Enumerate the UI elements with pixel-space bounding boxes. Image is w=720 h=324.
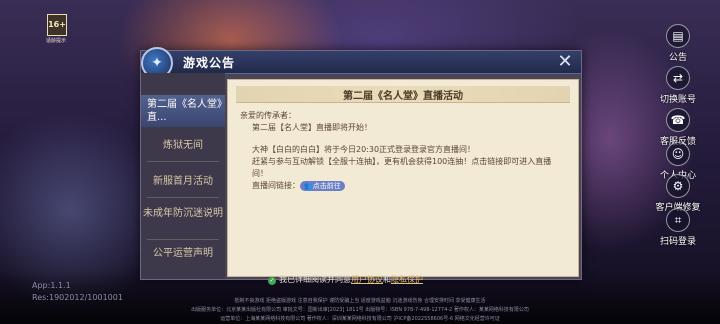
age-rating-caption: 适龄提示 (45, 38, 66, 44)
user-agreement-link[interactable]: 用户协议 (351, 275, 383, 284)
content-line: 大神【白白的白白】将于今日20:30正式登录登录官方直播间！ (252, 145, 476, 154)
announcement-icon: ▤ (666, 24, 690, 48)
dialog-header: ✦ 游戏公告 ✕ (141, 47, 581, 79)
tab-purgatory[interactable]: 炼狱无间 (141, 139, 225, 152)
content-line: 赶紧与参与互动解锁【全服十连抽】，更有机会获得100连抽！点击链接即可进入直播间… (252, 157, 552, 178)
repair-icon: ⚙ (666, 174, 690, 198)
side-item-switch-account[interactable]: ⇄ 切换账号 (650, 66, 706, 105)
dialog-title: 游戏公告 (183, 56, 236, 70)
age-rating-badge[interactable]: 16+ (47, 14, 67, 36)
tab-label: 未成年防沉迷说明 (143, 208, 223, 219)
tab-divider (147, 161, 219, 162)
tab-hall-of-fame-live[interactable]: 第二届《名人堂》直... (141, 95, 225, 127)
content-line: 第二届【名人堂】直播即将开始！ (252, 123, 372, 132)
live-link-label: 直播间链接： (252, 181, 300, 190)
tab-label: 新服首月活动 (153, 176, 213, 187)
user-icon: ☺ (666, 142, 690, 166)
side-item-label: 扫码登录 (659, 237, 696, 247)
tab-label: 第二届《名人堂》直... (147, 99, 222, 123)
announcement-tab-list: 第二届《名人堂》直... 炼狱无间 新服首月活动 未成年防沉迷说明 公平运营声明 (141, 73, 225, 279)
announcement-dialog: ✦ 游戏公告 ✕ 第二届《名人堂》直... 炼狱无间 新服首月活动 未成年防沉迷… (140, 47, 582, 280)
greeting: 亲爱的传承者： (240, 111, 296, 120)
side-item-label: 切换账号 (659, 95, 696, 105)
app-version: App:1.1.1 (32, 281, 71, 290)
agree-text: 我已详细阅读并同意 (279, 275, 351, 284)
users-icon: 👥 (304, 182, 313, 190)
live-link-row: 直播间链接： 👥点击前往 (240, 180, 566, 192)
tab-fair-operation[interactable]: 公平运营声明 (141, 247, 225, 260)
go-to-live-label: 点击前往 (312, 182, 341, 190)
legal-notice: 抵制不良游戏 拒绝盗版游戏 注意自我保护 谨防受骗上当 适度游戏益脑 沉迷游戏伤… (234, 298, 486, 304)
tab-divider (147, 197, 219, 198)
content-title: 第二届《名人堂》直播活动 (343, 91, 463, 102)
qr-scan-icon: ⌗ (666, 208, 690, 232)
announcement-content[interactable]: 第二届《名人堂》直播活动 亲爱的传承者： 第二届【名人堂】直播即将开始！ 大神【… (227, 79, 579, 277)
customer-service-icon: ☎ (666, 108, 690, 132)
legal-notice: 出版服务单位：北京某某出版社有限公司 审批文号：国新出审[2023] 1811号… (191, 307, 529, 313)
side-item-qr-login[interactable]: ⌗ 扫码登录 (650, 208, 706, 247)
content-title-bar: 第二届《名人堂》直播活动 (236, 86, 570, 103)
agree-checkbox[interactable]: ✓ (268, 277, 276, 285)
tab-label: 炼狱无间 (163, 140, 203, 151)
content-body: 亲爱的传承者： 第二届【名人堂】直播即将开始！ 大神【白白的白白】将于今日20:… (240, 110, 566, 192)
go-to-live-button[interactable]: 👥点击前往 (300, 181, 345, 191)
legal-notice: 运营单位：上海某某网络科技有限公司 著作权人：深圳某某网络科技有限公司 沪ICP… (220, 316, 500, 322)
tab-label: 公平运营声明 (153, 248, 213, 259)
side-item-label: 公告 (668, 53, 687, 63)
tab-anti-addiction[interactable]: 未成年防沉迷说明 (141, 207, 225, 220)
tab-new-server-event[interactable]: 新服首月活动 (141, 175, 225, 188)
agree-and: 和 (383, 275, 391, 284)
switch-account-icon: ⇄ (666, 66, 690, 90)
agreement-row: ✓ 我已详细阅读并同意用户协议和隐私保护 (268, 274, 423, 285)
side-item-announcement[interactable]: ▤ 公告 (650, 24, 706, 63)
close-icon[interactable]: ✕ (555, 52, 575, 72)
tab-divider (147, 239, 219, 240)
privacy-link[interactable]: 隐私保护 (391, 275, 423, 284)
